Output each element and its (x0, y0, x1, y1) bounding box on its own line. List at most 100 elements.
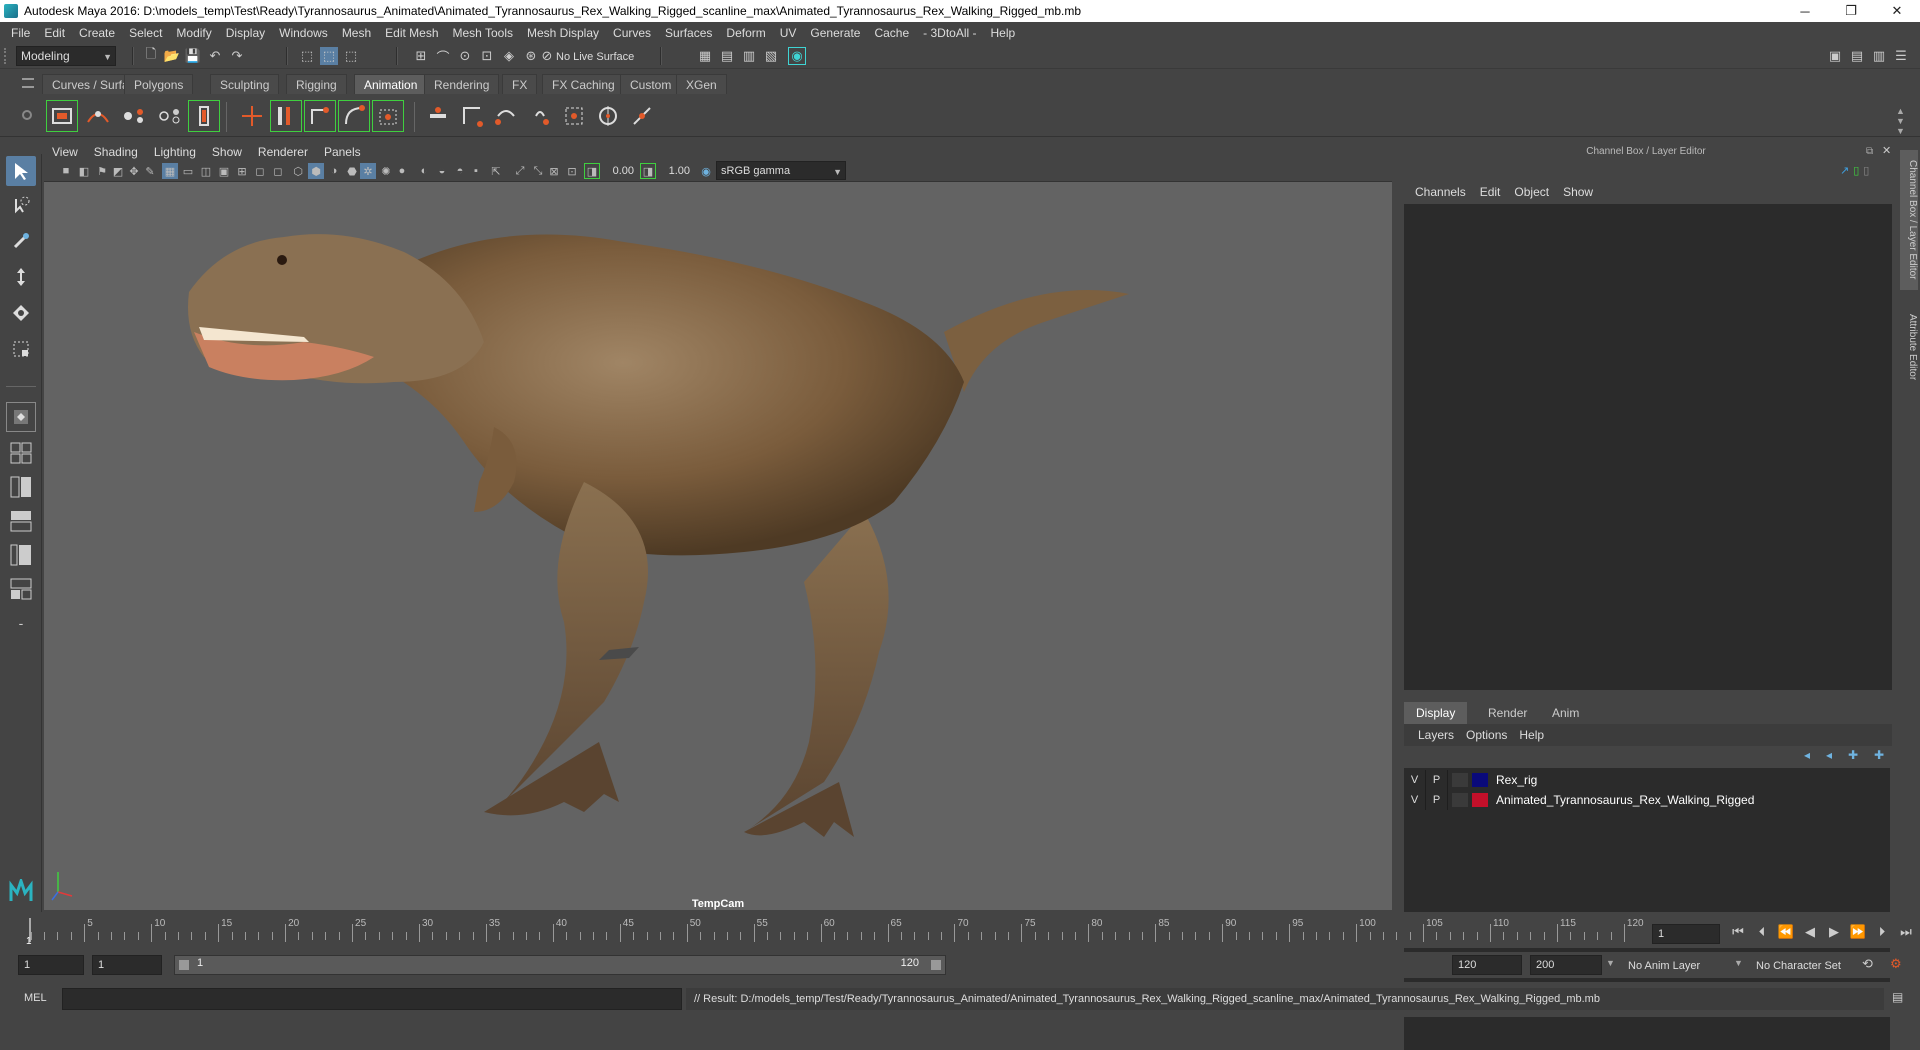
command-input[interactable] (62, 988, 682, 1010)
anim-layer-selector[interactable]: No Anim Layer (1622, 956, 1740, 976)
shelf-tab-animation[interactable]: Animation (354, 74, 428, 94)
shelf-tab-xgen[interactable]: XGen (676, 74, 727, 94)
layer-name[interactable]: Animated_Tyrannosaurus_Rex_Walking_Rigge… (1496, 793, 1754, 807)
close-panel-icon[interactable]: ✕ (1882, 144, 1891, 157)
command-type-label[interactable]: MEL (24, 992, 47, 1004)
camera-select-icon[interactable]: ■ (58, 163, 74, 179)
move-layer-down-icon[interactable]: ◂ (1826, 748, 1832, 766)
single-perspective-layout-icon[interactable] (6, 402, 36, 432)
menu-mesh-tools[interactable]: Mesh Tools (446, 26, 520, 40)
smooth-shade-icon[interactable]: ⬢ (308, 163, 324, 179)
viewport-menu-renderer[interactable]: Renderer (250, 145, 316, 159)
persp-graph-layout-icon[interactable] (6, 506, 36, 536)
frame-selected-icon[interactable]: ⤡ (530, 163, 546, 179)
snap-center-icon[interactable]: ⊘ (538, 47, 556, 65)
layer-color-swatch[interactable] (1472, 793, 1488, 807)
custom-layout-icon[interactable] (6, 574, 36, 604)
xray-joints-icon[interactable]: ◒ (434, 163, 450, 179)
create-joint-icon[interactable] (236, 100, 268, 132)
time-slider-track[interactable]: 5 10 15 20 25 30 35 40 45 50 55 60 65 70 75 80 85 90 95 100… (24, 918, 1644, 948)
step-back-frame-icon[interactable]: ⏪ (1776, 924, 1796, 940)
step-back-key-icon[interactable]: ⏴ (1752, 924, 1772, 940)
grid-icon[interactable]: ▦ (162, 163, 178, 179)
layout-icon[interactable]: ▤ (1848, 47, 1866, 65)
step-forward-frame-icon[interactable]: ⏩ (1848, 924, 1868, 940)
layer-menu-help[interactable]: Help (1513, 728, 1550, 742)
shelf-tab-rigging[interactable]: Rigging (286, 74, 347, 94)
menu-edit-mesh[interactable]: Edit Mesh (378, 26, 445, 40)
animation-end-field[interactable]: 200 (1530, 955, 1602, 975)
float-panel-icon[interactable]: ⧉ (1866, 146, 1873, 157)
menu-cache[interactable]: Cache (867, 26, 916, 40)
viewport-menu-view[interactable]: View (44, 145, 86, 159)
open-scene-icon[interactable]: 📂 (163, 47, 181, 65)
ipr-render-icon[interactable]: ▥ (740, 47, 758, 65)
wireframe-icon[interactable]: ⬡ (290, 163, 306, 179)
gamma-icon[interactable]: ◨ (640, 163, 656, 179)
layers-stack-icon[interactable]: ☰ (1892, 47, 1910, 65)
new-layer-selected-icon[interactable]: ✚ (1874, 748, 1884, 766)
xray-icon[interactable]: ◐ (416, 163, 432, 179)
gamma-field[interactable]: 1.00 (658, 162, 690, 180)
shelf-scroll-icon[interactable]: ▲ ▼ ▼ (1896, 106, 1905, 136)
time-slider[interactable]: 5 10 15 20 25 30 35 40 45 50 55 60 65 70 75 80 85 90 95 100… (0, 912, 1920, 948)
viewport-menu-shading[interactable]: Shading (86, 145, 146, 159)
channel-menu-edit[interactable]: Edit (1473, 185, 1508, 199)
snap-grid-icon[interactable]: ⊞ (412, 47, 430, 65)
color-space-dropdown[interactable]: sRGB gamma ▼ (716, 161, 846, 180)
menu-curves[interactable]: Curves (606, 26, 658, 40)
shadows-icon[interactable]: ✺ (378, 163, 394, 179)
exposure-field[interactable]: 0.00 (602, 162, 634, 180)
character-set-selector[interactable]: No Character Set (1750, 956, 1862, 976)
hypershade-layout-icon[interactable] (6, 540, 36, 570)
workspace-icon[interactable]: ▣ (1826, 47, 1844, 65)
snap-curve-icon[interactable]: ⌒ (434, 47, 452, 65)
chevron-down-icon[interactable]: ▼ (1606, 958, 1615, 968)
redo-icon[interactable]: ↷ (228, 47, 246, 65)
menu-windows[interactable]: Windows (272, 26, 335, 40)
select-component-icon[interactable]: ⬚ (342, 47, 360, 65)
ghost-icon[interactable] (118, 100, 150, 132)
shelf-tab-custom[interactable]: Custom (620, 74, 682, 94)
grease-pencil-icon[interactable]: ✎ (142, 163, 158, 179)
save-scene-icon[interactable]: 💾 (184, 47, 202, 65)
menu-select[interactable]: Select (122, 26, 169, 40)
shelf-tab-fx[interactable]: FX (502, 74, 538, 94)
paint-select-tool-icon[interactable] (6, 226, 36, 256)
snap-surface-icon[interactable]: ◈ (500, 47, 518, 65)
field-chart-icon[interactable]: ⊞ (234, 163, 250, 179)
side-tab-channel-box[interactable]: Channel Box / Layer Editor (1900, 150, 1918, 290)
scale-tool-icon[interactable] (6, 334, 36, 364)
render-settings-icon[interactable]: ▧ (762, 47, 780, 65)
film-gate-icon[interactable]: ▭ (180, 163, 196, 179)
snap-view-icon[interactable]: ⊡ (478, 47, 496, 65)
use-all-lights-icon[interactable]: ✲ (360, 163, 376, 179)
step-forward-key-icon[interactable]: ⏵ (1872, 924, 1892, 940)
shelf-tab-fx-caching[interactable]: FX Caching (542, 74, 625, 94)
menu-mesh[interactable]: Mesh (335, 26, 378, 40)
pole-vector-icon[interactable] (558, 100, 590, 132)
lock-icon[interactable]: ▯ (1853, 164, 1859, 180)
move-layer-up-icon[interactable]: ◂ (1804, 748, 1810, 766)
hud-icon[interactable]: ⊠ (546, 163, 562, 179)
backface-icon[interactable]: ▪ (468, 163, 484, 179)
view-transform-icon[interactable]: ◉ (698, 163, 714, 179)
point-constraint-icon[interactable] (422, 100, 454, 132)
playblast-icon[interactable] (46, 100, 78, 132)
perspective-viewport[interactable]: TempCam (44, 182, 1392, 910)
playback-start-field[interactable]: 1 (92, 955, 162, 975)
gate-mask-icon[interactable]: ▣ (216, 163, 232, 179)
layout-options-icon[interactable]: - (6, 608, 36, 638)
bookmark-icon[interactable]: ⚑ (94, 163, 110, 179)
channel-menu-channels[interactable]: Channels (1408, 185, 1473, 199)
range-slider-bar[interactable]: 1 120 (174, 955, 946, 975)
render-frame-icon[interactable]: ▤ (718, 47, 736, 65)
viewport-menu-show[interactable]: Show (204, 145, 250, 159)
shelf-tab-polygons[interactable]: Polygons (124, 74, 194, 94)
textured-icon[interactable]: ⬣ (344, 163, 360, 179)
motion-trail-icon[interactable] (82, 100, 114, 132)
layer-visibility-toggle[interactable]: V (1404, 770, 1426, 790)
rotate-tool-icon[interactable] (6, 298, 36, 328)
menu-uv[interactable]: UV (773, 26, 804, 40)
key-icon[interactable]: ↗ (1840, 164, 1849, 180)
